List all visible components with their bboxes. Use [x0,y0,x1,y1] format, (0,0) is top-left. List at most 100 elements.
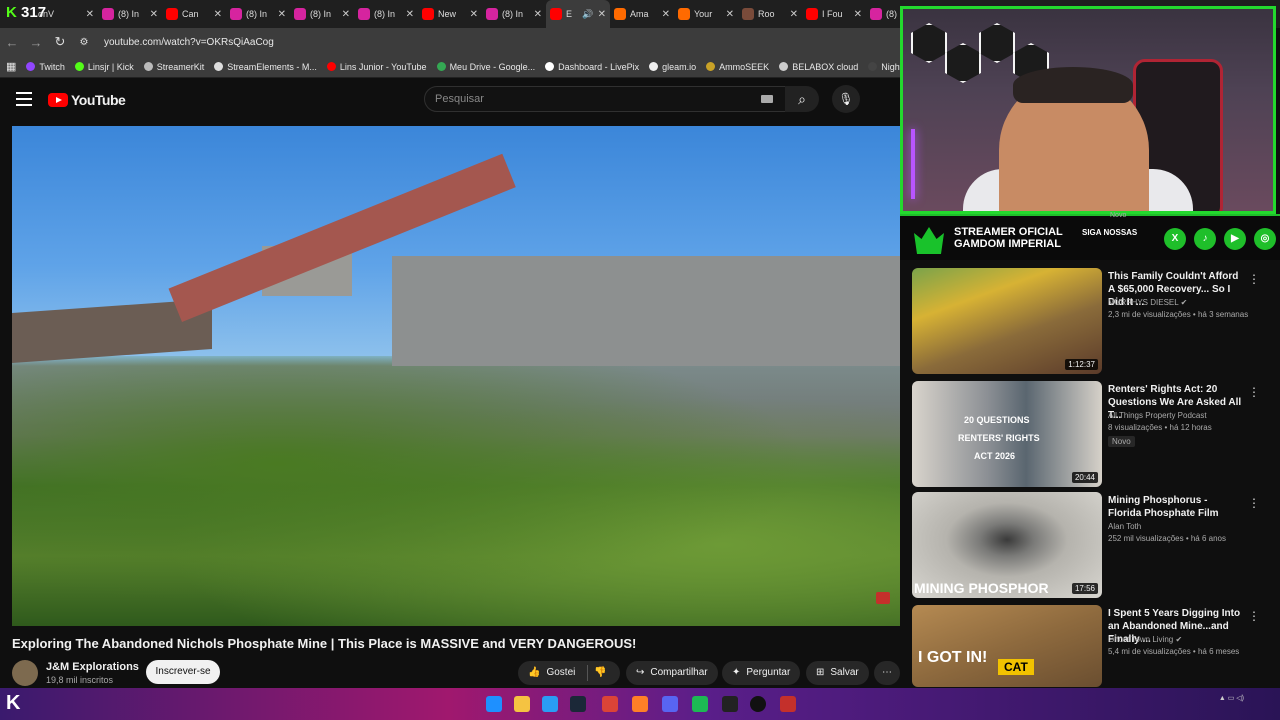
discord-icon[interactable] [662,696,678,712]
close-icon[interactable]: ✕ [278,9,286,20]
tab-label: I Fou [822,9,843,19]
url-field[interactable]: youtube.com/watch?v=OKRsQiAaCog [104,37,274,48]
video-thumbnail[interactable]: 20 QUESTIONS RENTERS' RIGHTS ACT 2026 20… [912,381,1102,487]
close-icon[interactable]: ✕ [214,9,222,20]
kick-icon[interactable]: K [6,692,20,715]
close-icon[interactable]: ✕ [86,9,94,20]
close-icon[interactable]: ✕ [662,9,670,20]
app-icon[interactable] [632,696,648,712]
recommended-video[interactable]: 1:12:37 This Family Couldn't Afford A $6… [912,268,1272,376]
obs-icon[interactable] [750,696,766,712]
back-icon[interactable]: ← [0,35,24,50]
close-icon[interactable]: ✕ [854,9,862,20]
tab-6[interactable]: New ✕ [418,0,482,28]
bookmark-item[interactable]: Meu Drive - Google... [436,61,536,72]
video-thumbnail[interactable]: 1:12:37 [912,268,1102,374]
close-icon[interactable]: ✕ [598,9,606,20]
video-player[interactable] [12,126,900,626]
tab-1[interactable]: (8) In ✕ [98,0,162,28]
app-icon[interactable] [780,696,796,712]
youtube-logo[interactable]: YouTube [48,92,126,108]
channel-name[interactable]: All Things Property Podcast [1108,411,1207,420]
bookmark-item[interactable]: StreamerKit [143,61,205,72]
channel-name[interactable]: MURPHYS DIESEL ✔ [1108,298,1187,307]
ask-button[interactable]: ✦ Perguntar [722,661,801,685]
system-clock[interactable]: ▲ ▭ ◁) [1219,694,1244,704]
more-options-icon[interactable]: ⋮ [1248,272,1260,286]
search-input[interactable]: Pesquisar [424,86,786,112]
save-button[interactable]: ⊞ Salvar [806,661,869,685]
globe-icon [779,62,789,71]
recommended-video[interactable]: MINING PHOSPHOR 17:56 Mining Phosphorus … [912,492,1272,600]
close-icon[interactable]: ✕ [790,9,798,20]
bookmark-item[interactable]: BELABOX cloud [779,62,858,72]
tab-12[interactable]: I Fou ✕ [802,0,866,28]
spotify-icon[interactable] [692,696,708,712]
bookmark-item[interactable]: StreamElements - M... [214,62,317,72]
tab-label: (8) In [118,9,140,19]
search-icon[interactable]: ⌕ [785,86,819,112]
share-button[interactable]: ↪ Compartilhar [626,661,718,685]
edge-icon[interactable] [542,696,558,712]
chrome-icon[interactable] [602,696,618,712]
streamelements-icon [214,62,224,71]
tab-10[interactable]: Your ✕ [674,0,738,28]
tab-label: New [438,9,457,19]
video-thumbnail[interactable]: I GOT IN! CAT [912,605,1102,687]
tab-11[interactable]: Roo ✕ [738,0,802,28]
bookmark-item[interactable]: Twitch [26,62,65,72]
subscribe-button[interactable]: Inscrever-se [146,660,220,684]
close-icon[interactable]: ✕ [342,9,350,20]
close-icon[interactable]: ✕ [534,9,542,20]
close-icon[interactable]: ✕ [150,9,158,20]
apps-grid-icon[interactable]: ▦ [6,60,16,73]
close-icon[interactable]: ✕ [470,9,478,20]
speaker-icon[interactable]: 🔊 [582,9,593,20]
tab-7[interactable]: (8) In ✕ [482,0,546,28]
video-thumbnail[interactable]: MINING PHOSPHOR 17:56 [912,492,1102,598]
bookmark-item[interactable]: Dashboard - LivePix [545,62,639,72]
tab-3[interactable]: (8) In ✕ [226,0,290,28]
bookmark-item[interactable]: gleam.io [649,62,696,72]
site-info-icon[interactable]: ⚙ [72,37,96,48]
recommended-video[interactable]: 20 QUESTIONS RENTERS' RIGHTS ACT 2026 20… [912,381,1272,489]
keyboard-icon[interactable] [761,95,773,103]
microphone-icon[interactable]: 🎙 [832,85,860,113]
livepix-icon [545,62,555,71]
more-actions-icon[interactable]: ⋯ [874,661,900,685]
start-icon[interactable] [486,696,502,712]
recommended-video[interactable]: I GOT IN! CAT I Spent 5 Years Digging In… [912,605,1272,687]
channel-avatar[interactable] [12,660,38,686]
close-icon[interactable]: ✕ [406,9,414,20]
channel-name[interactable]: Alan Toth [1108,522,1141,531]
bookmark-label: StreamerKit [156,61,205,72]
channel-name[interactable]: Ghost Town Living ✔ [1108,635,1182,644]
like-button[interactable]: 👍 Gostei 👎 [518,661,620,685]
thumbnail-text: ACT 2026 [974,451,1016,461]
bookmark-item[interactable]: Linsjr | Kick [74,61,134,72]
video-title[interactable]: Mining Phosphorus - Florida Phosphate Fi… [1108,494,1242,520]
tab-8-active[interactable]: E 🔊 ✕ [546,0,610,28]
reload-icon[interactable]: ↻ [48,34,72,50]
close-icon[interactable]: ✕ [726,9,734,20]
tab-9[interactable]: Ama ✕ [610,0,674,28]
more-options-icon[interactable]: ⋮ [1248,609,1260,623]
instagram-icon [870,8,882,20]
steam-icon[interactable] [570,696,586,712]
menu-icon[interactable] [16,92,32,106]
folder-icon[interactable] [514,696,530,712]
tab-0[interactable]: onV ✕ [34,0,98,28]
tab-2[interactable]: Can ✕ [162,0,226,28]
terminal-icon[interactable] [722,696,738,712]
bookmark-label: Meu Drive - Google... [449,61,536,72]
thumbs-down-icon[interactable]: 👎 [594,661,606,685]
bookmark-item[interactable]: Lins Junior - YouTube [326,62,427,72]
channel-name[interactable]: J&M Explorations [46,661,139,673]
bookmark-label: Linsjr | Kick [87,61,134,72]
forward-icon[interactable]: → [24,35,48,50]
tab-4[interactable]: (8) In ✕ [290,0,354,28]
bookmark-item[interactable]: AmmoSEEK [706,62,769,72]
tab-5[interactable]: (8) In ✕ [354,0,418,28]
more-options-icon[interactable]: ⋮ [1248,385,1260,399]
more-options-icon[interactable]: ⋮ [1248,496,1260,510]
